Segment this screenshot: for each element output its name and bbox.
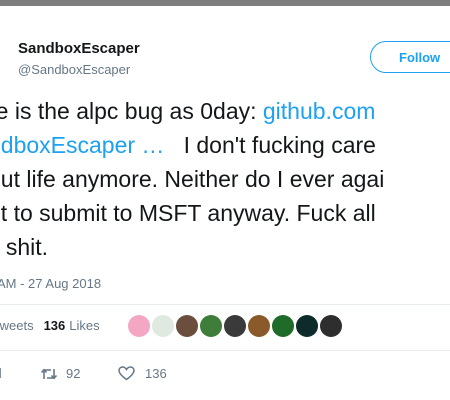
divider	[0, 304, 450, 305]
tweet-line-4: nt to submit to MSFT anyway. Fuck all	[0, 200, 376, 226]
avatar-black-teal-icon[interactable]	[296, 315, 318, 337]
tweet-line-1: re is the alpc bug as 0day: github.com	[0, 94, 450, 128]
tweet-line-2: ndboxEscaper … I don't fucking care	[0, 128, 450, 162]
like-count: 136	[145, 366, 167, 381]
liker-avatars	[128, 315, 344, 337]
heart-icon	[118, 366, 135, 381]
tweet-text: re is the alpc bug as 0day: github.com n…	[0, 94, 450, 264]
tweet-line-3: out life anymore. Neither do I ever agai	[0, 166, 385, 192]
top-edge-bar	[0, 0, 450, 6]
likes-stat-count[interactable]: 136	[44, 318, 66, 333]
retweet-icon	[40, 368, 58, 379]
tweet-stats: tweets 136 Likes	[0, 318, 100, 333]
tweet-timestamp[interactable]: AM - 27 Aug 2018	[0, 276, 101, 291]
tweet-line-1-text: re is the alpc bug as 0day:	[0, 98, 263, 124]
reply-action[interactable]	[0, 366, 8, 380]
likes-stat-label[interactable]: Likes	[69, 318, 99, 333]
avatar-colorful-art-icon[interactable]	[248, 315, 270, 337]
avatar-brown-icon[interactable]	[176, 315, 198, 337]
author-name[interactable]: SandboxEscaper	[18, 40, 140, 57]
retweet-count: 92	[66, 366, 81, 381]
avatar-green-pixel-icon[interactable]	[272, 315, 294, 337]
reply-icon	[0, 368, 1, 378]
avatar-dark-grey-icon[interactable]	[320, 315, 342, 337]
avatar-dark-person-icon[interactable]	[224, 315, 246, 337]
like-action[interactable]: 136	[118, 366, 167, 381]
tweet-line-5: s shit.	[0, 234, 49, 260]
avatar-white-face-icon[interactable]	[152, 315, 174, 337]
github-link[interactable]: github.com	[263, 98, 376, 124]
author-handle[interactable]: @SandboxEscaper	[18, 62, 130, 77]
divider	[0, 350, 450, 351]
avatar-pony-icon[interactable]	[128, 315, 150, 337]
avatar-green-figure-icon[interactable]	[200, 315, 222, 337]
tweet-line-2-text: I don't fucking care	[164, 132, 376, 158]
follow-button[interactable]: Follow	[370, 41, 450, 73]
github-link-continued[interactable]: ndboxEscaper …	[0, 132, 164, 158]
retweet-action[interactable]: 92	[40, 366, 80, 381]
retweets-stat-label[interactable]: tweets	[0, 318, 34, 333]
